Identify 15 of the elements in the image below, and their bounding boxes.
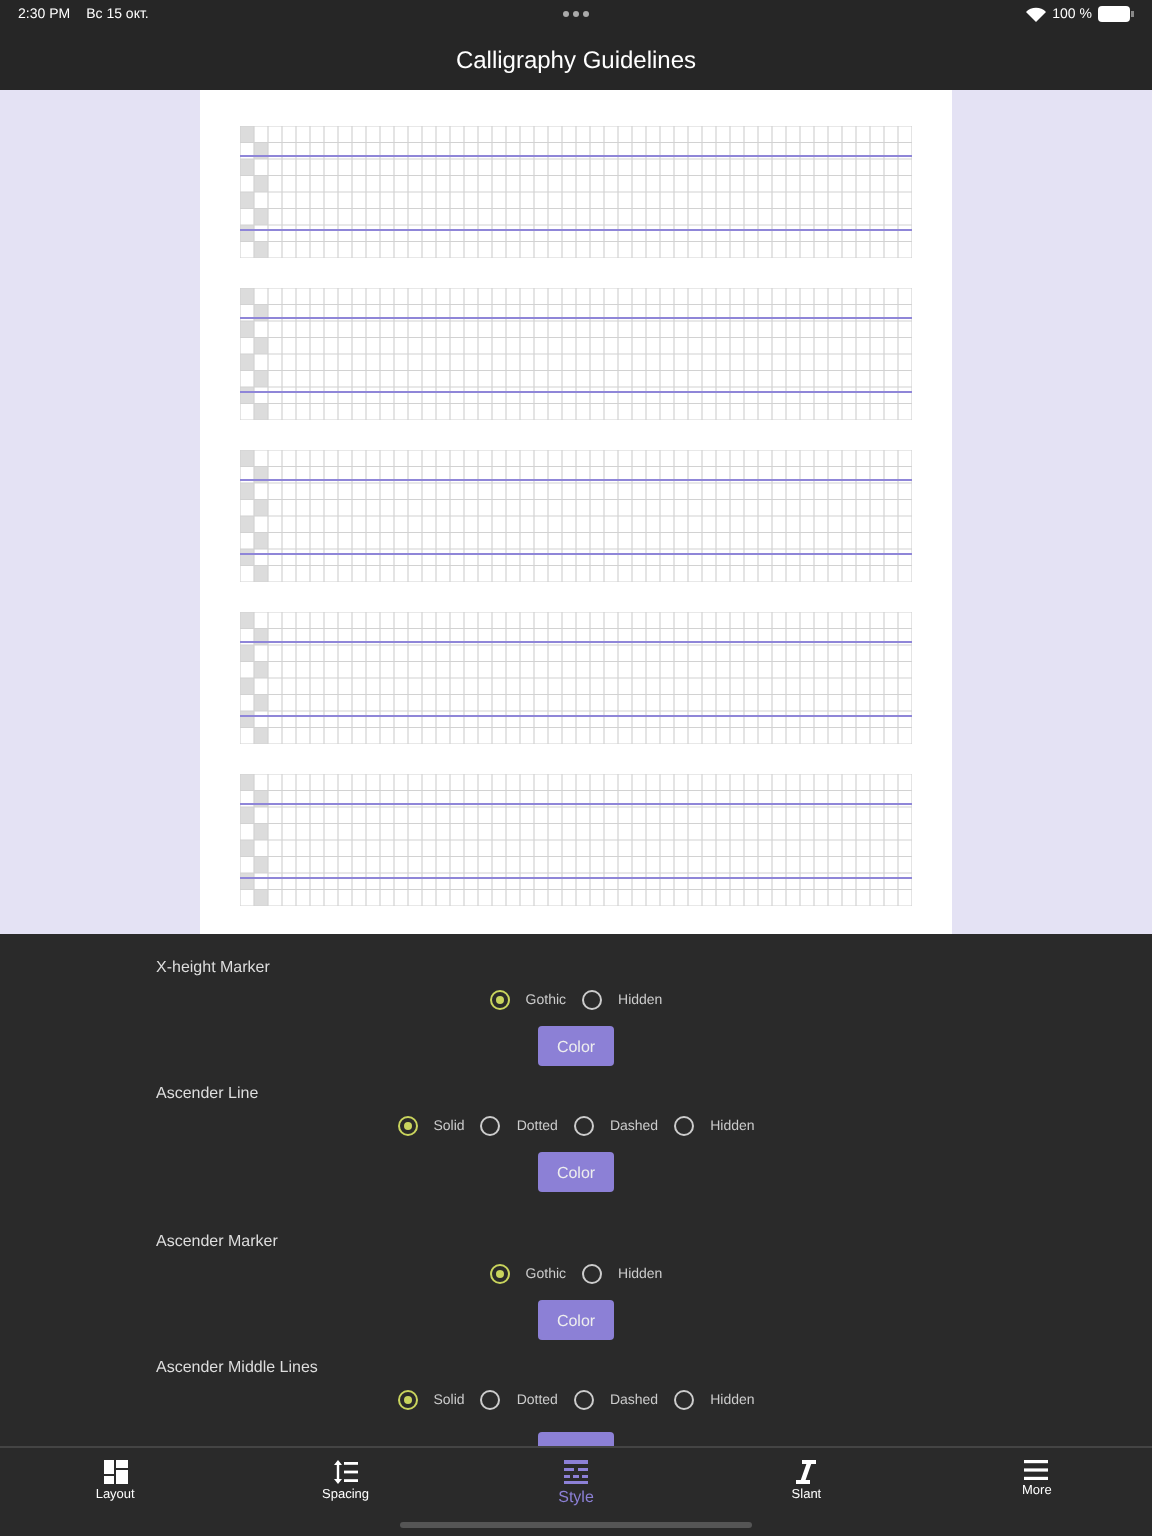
window-title: Calligraphy Guidelines bbox=[455, 45, 697, 73]
menu-icon bbox=[1024, 1460, 1049, 1480]
wifi-icon bbox=[1026, 6, 1047, 22]
setting-label: X-height Marker bbox=[156, 958, 272, 980]
italic-icon bbox=[796, 1460, 817, 1484]
setting-label: Ascender Marker bbox=[156, 1232, 280, 1254]
line-style-icon bbox=[564, 1460, 588, 1484]
setting-label: Ascender Middle Lines bbox=[156, 1358, 320, 1380]
tab[interactable]: Style bbox=[460, 1448, 692, 1536]
line-spacing-icon bbox=[333, 1460, 358, 1484]
setting-label: Ascender Line bbox=[156, 1084, 261, 1106]
battery-icon bbox=[1098, 6, 1134, 22]
layout-icon bbox=[103, 1460, 128, 1484]
multitask-dots-icon bbox=[562, 10, 590, 18]
color-button[interactable] bbox=[538, 1432, 614, 1446]
